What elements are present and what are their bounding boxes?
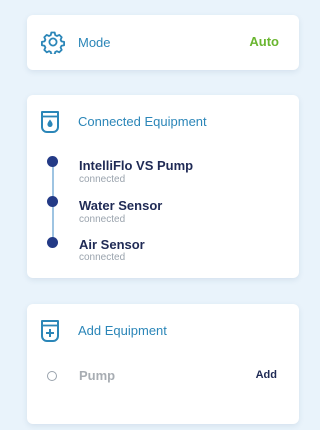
status-dot [47,156,58,167]
connected-equipment-title: Connected Equipment [78,114,207,129]
equipment-status: connected [79,252,126,263]
mode-value[interactable]: Auto [249,34,279,49]
gear-icon [41,31,65,54]
equipment-name[interactable]: IntelliFlo VS Pump [79,158,193,173]
add-equipment-card: Add Equipment Pump Add [27,304,299,424]
equipment-name[interactable]: Air Sensor [79,237,145,252]
mode-card[interactable]: Mode Auto [27,15,299,70]
pool-plus-icon [41,320,59,342]
pool-water-drop-icon [41,111,59,133]
add-equipment-title: Add Equipment [78,323,167,338]
mode-label: Mode [78,35,111,50]
connected-equipment-card: Connected Equipment IntelliFlo VS Pump c… [27,95,299,278]
add-pump-button[interactable]: Add [256,369,277,381]
equipment-status: connected [79,214,126,225]
status-dot [47,196,58,207]
radio-circle[interactable] [47,371,57,381]
status-dot [47,237,58,248]
add-item-label: Pump [79,368,116,383]
equipment-status: connected [79,174,126,185]
equipment-name[interactable]: Water Sensor [79,198,162,213]
